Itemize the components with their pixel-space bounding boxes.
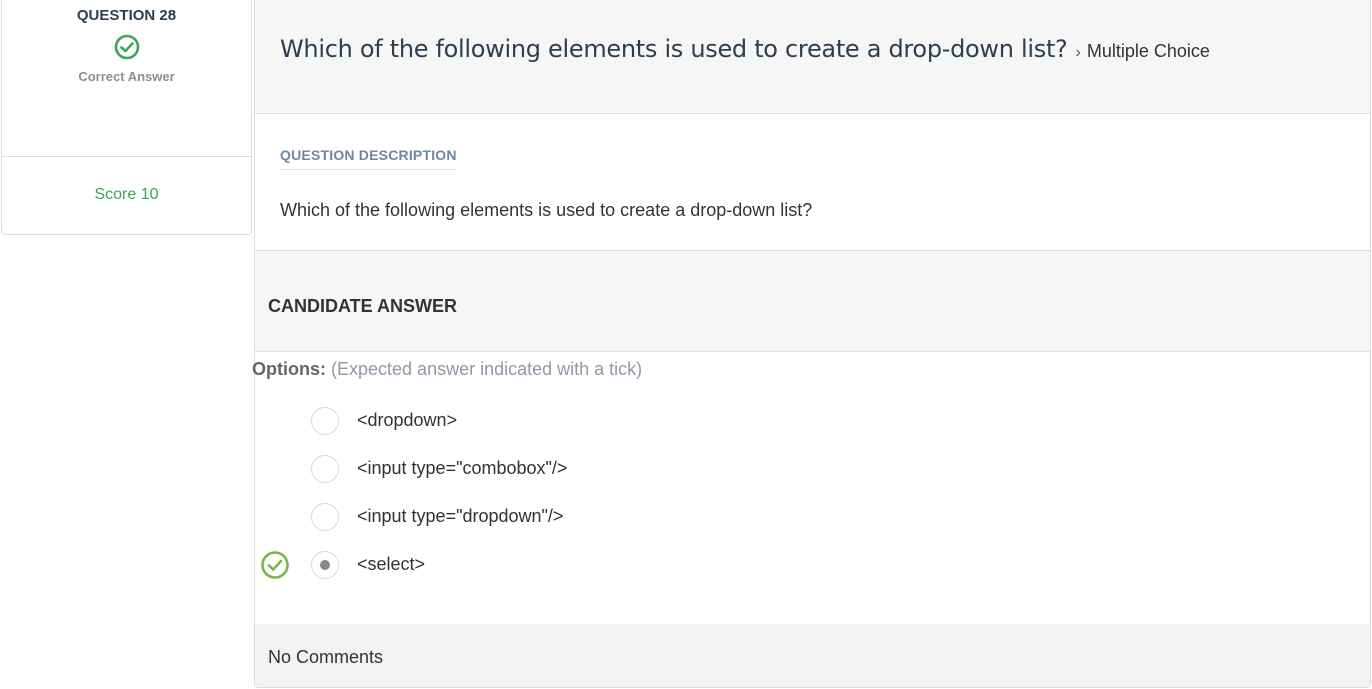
description-text: Which of the following elements is used … [280,200,813,220]
option-radio[interactable] [311,455,339,483]
expected-answer-check-icon [261,551,289,579]
answer-status: Correct Answer [78,69,175,84]
question-title: Which of the following elements is used … [280,35,1068,63]
comments-section: No Comments [255,624,1370,687]
option-item: <dropdown> [255,404,1370,452]
option-text: <input type="combobox"/> [357,458,568,478]
question-detail-card: Which of the following elements is used … [252,0,1371,688]
options-label: Options: [252,359,326,379]
description-label: QUESTION DESCRIPTION [280,147,457,170]
question-description-section: QUESTION DESCRIPTION Which of the follow… [255,114,1370,251]
question-summary-card: QUESTION 28 Correct Answer Score 10 [1,0,252,235]
options-list: <dropdown> <input type="combobox"/> <inp… [255,404,1370,596]
option-text: <input type="dropdown"/> [357,506,564,526]
option-radio-selected[interactable] [311,551,339,579]
chevron-right-icon: › [1075,44,1081,61]
option-text: <dropdown> [357,410,458,430]
check-circle-icon [114,34,139,60]
options-hint: (Expected answer indicated with a tick) [331,359,643,379]
candidate-answer-header: CANDIDATE ANSWER [255,251,1370,352]
question-status-block: QUESTION 28 Correct Answer [2,0,251,157]
score-label: Score 10 [94,186,159,203]
option-radio[interactable] [311,503,339,531]
option-radio[interactable] [311,407,339,435]
option-text: <select> [357,554,426,574]
option-item: <input type="combobox"/> [255,452,1370,500]
question-type: Multiple Choice [1086,41,1210,61]
question-header: Which of the following elements is used … [255,0,1370,114]
option-item: <select> [255,548,1370,596]
option-item: <input type="dropdown"/> [255,500,1370,548]
question-number: QUESTION 28 [76,7,177,24]
options-caption: Options: (Expected answer indicated with… [252,352,1370,380]
